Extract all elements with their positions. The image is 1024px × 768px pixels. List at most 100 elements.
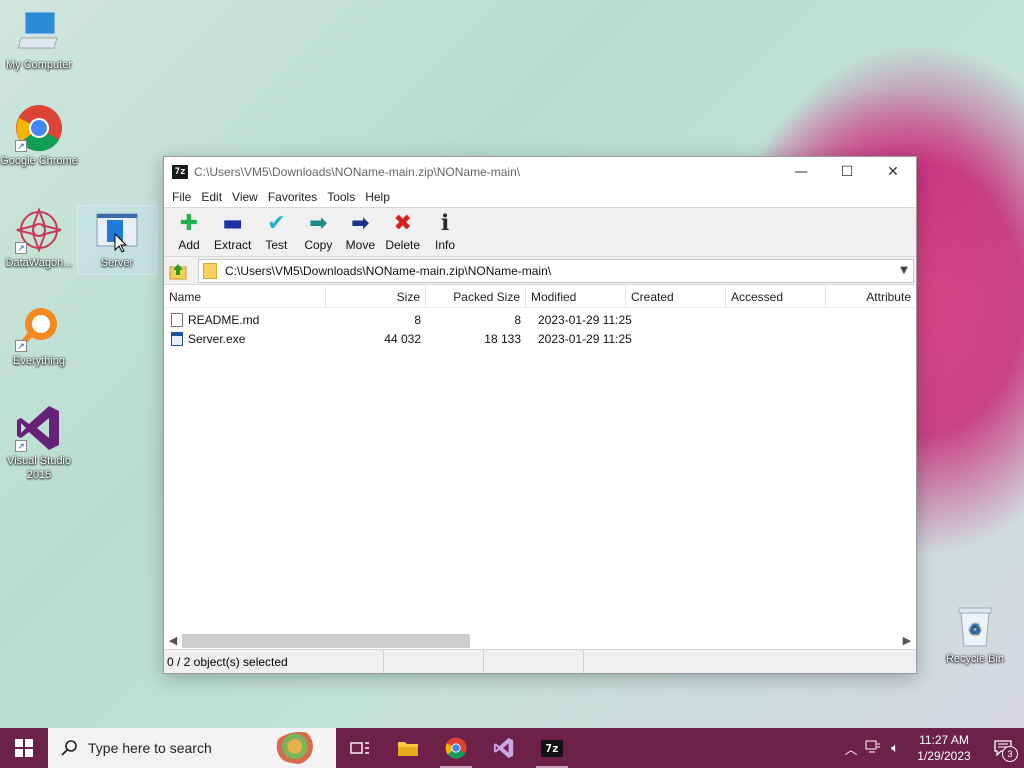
menu-view[interactable]: View [227,190,263,204]
search-icon [61,740,77,756]
add-label: Add [178,238,200,252]
scroll-left-icon[interactable]: ◀ [164,634,182,647]
everything-search-icon: ↗ [15,304,63,352]
scroll-right-icon[interactable]: ▶ [898,634,916,647]
desktop-icon-recycle-bin[interactable]: ♻ Recycle Bin [936,602,1014,666]
status-cell-2 [384,650,484,673]
shortcut-arrow-icon: ↗ [15,140,27,152]
start-button[interactable] [0,728,48,768]
test-button[interactable]: ✔ Test [257,211,295,253]
file-modified: 2023-01-29 11:25 [538,312,632,327]
minimize-button[interactable]: — [778,157,824,187]
7zip-icon: 7z [541,739,563,757]
menu-tools[interactable]: Tools [322,190,360,204]
column-modified[interactable]: Modified [526,286,626,307]
task-view-icon [350,742,369,754]
network-icon[interactable] [862,740,884,757]
taskbar-file-explorer[interactable] [384,728,432,768]
horizontal-scrollbar[interactable]: ◀ ▶ [164,632,916,649]
copy-label: Copy [304,238,333,252]
extract-button[interactable]: ▬ Extract [212,212,253,253]
chevron-down-icon[interactable]: ▼ [895,265,913,276]
action-center-button[interactable]: 3 [982,728,1024,768]
desktop-icon-my-computer[interactable]: My Computer [0,8,78,72]
server-exe-icon [93,206,141,254]
search-highlight-image [274,732,326,764]
add-button[interactable]: ✚ Add [170,211,208,253]
maximize-button[interactable]: ☐ [824,157,870,187]
visual-studio-icon: ↗ [15,404,63,452]
scroll-track[interactable] [182,633,898,648]
taskbar-search-box[interactable]: Type here to search [48,728,336,768]
status-cell-3 [484,650,584,673]
move-button[interactable]: ➡ Move [341,211,379,253]
test-icon: ✔ [267,211,286,236]
shortcut-arrow-icon: ↗ [15,242,27,254]
desktop-icon-label: Google Chrome [0,155,78,167]
column-attributes[interactable]: Attribute [826,286,916,307]
chrome-icon [445,737,467,759]
info-button[interactable]: ℹ Info [426,212,464,253]
desktop-icon-label: Server [100,257,134,269]
title-bar[interactable]: 7z C:\Users\VM5\Downloads\NOName-main.zi… [164,157,916,187]
desktop-icon-label: Everything [13,355,65,367]
taskbar-chrome[interactable] [432,728,480,768]
volume-icon[interactable]: 🔈︎ [884,740,906,756]
notification-count-badge: 3 [1002,746,1018,762]
desktop-icon-google-chrome[interactable]: ↗ Google Chrome [0,104,78,168]
menu-edit[interactable]: Edit [196,190,227,204]
file-name-cell: README.md [164,312,326,327]
desktop-icon-visual-studio[interactable]: ↗ Visual Studio 2015 [0,404,78,482]
column-name[interactable]: Name [164,286,326,307]
text-file-icon [171,312,183,327]
search-placeholder: Type here to search [88,740,212,756]
address-bar: C:\Users\VM5\Downloads\NOName-main.zip\N… [164,257,916,285]
column-size[interactable]: Size [326,286,426,307]
taskbar-7zip[interactable]: 7z [528,728,576,768]
shortcut-arrow-icon: ↗ [15,440,27,452]
move-icon: ➡ [351,211,370,236]
task-view-button[interactable] [336,728,384,768]
delete-button[interactable]: ✖ Delete [383,212,422,253]
desktop-icon-everything[interactable]: ↗ Everything [0,304,78,368]
file-manager-window: 7z C:\Users\VM5\Downloads\NOName-main.zi… [163,156,917,674]
file-row[interactable]: README.md 8 8 2023-01-29 11:25 [164,310,916,329]
clock-time: 11:27 AM [919,733,969,747]
computer-icon [15,8,63,56]
toolbar: ✚ Add ▬ Extract ✔ Test ➡ Copy ➡ Move ✖ D… [164,207,916,257]
menu-help[interactable]: Help [360,190,395,204]
status-cell-4 [584,650,684,673]
close-button[interactable]: ✕ [870,157,916,187]
extract-label: Extract [214,238,252,252]
path-input[interactable]: C:\Users\VM5\Downloads\NOName-main.zip\N… [225,264,895,278]
svg-text:♻: ♻ [969,622,982,638]
clock[interactable]: 11:27 AM 1/29/2023 [906,732,982,764]
taskbar-visual-studio[interactable] [480,728,528,768]
column-accessed[interactable]: Accessed [726,286,826,307]
file-explorer-icon [398,742,418,756]
info-label: Info [435,238,456,252]
column-packed-size[interactable]: Packed Size [426,286,526,307]
visual-studio-icon [493,737,514,759]
delete-label: Delete [385,238,421,252]
chevron-up-icon[interactable]: ︿ [840,739,862,758]
system-tray: ︿ 🔈︎ 11:27 AM 1/29/2023 3 [840,728,1024,768]
copy-button[interactable]: ➡ Copy [299,211,337,253]
file-row[interactable]: Server.exe 44 032 18 133 2023-01-29 11:2… [164,329,916,348]
column-created[interactable]: Created [626,286,726,307]
menu-file[interactable]: File [167,190,196,204]
add-icon: ✚ [179,211,199,236]
scroll-thumb[interactable] [182,633,470,648]
desktop-icon-datawagon[interactable]: ↗ DataWagon... [0,206,78,270]
exe-file-icon [171,331,183,346]
desktop-icon-server[interactable]: Server [77,205,157,275]
path-combobox[interactable]: C:\Users\VM5\Downloads\NOName-main.zip\N… [198,258,914,283]
menu-favorites[interactable]: Favorites [263,190,322,204]
desktop-icon-label: Visual Studio 2015 [6,455,71,481]
up-folder-button[interactable] [168,261,188,281]
up-arrow-icon [169,263,187,279]
file-packed-size: 8 [514,312,521,327]
copy-icon: ➡ [309,211,328,236]
desktop-icon-label: Recycle Bin [945,653,1005,665]
file-name: README.md [188,312,260,327]
